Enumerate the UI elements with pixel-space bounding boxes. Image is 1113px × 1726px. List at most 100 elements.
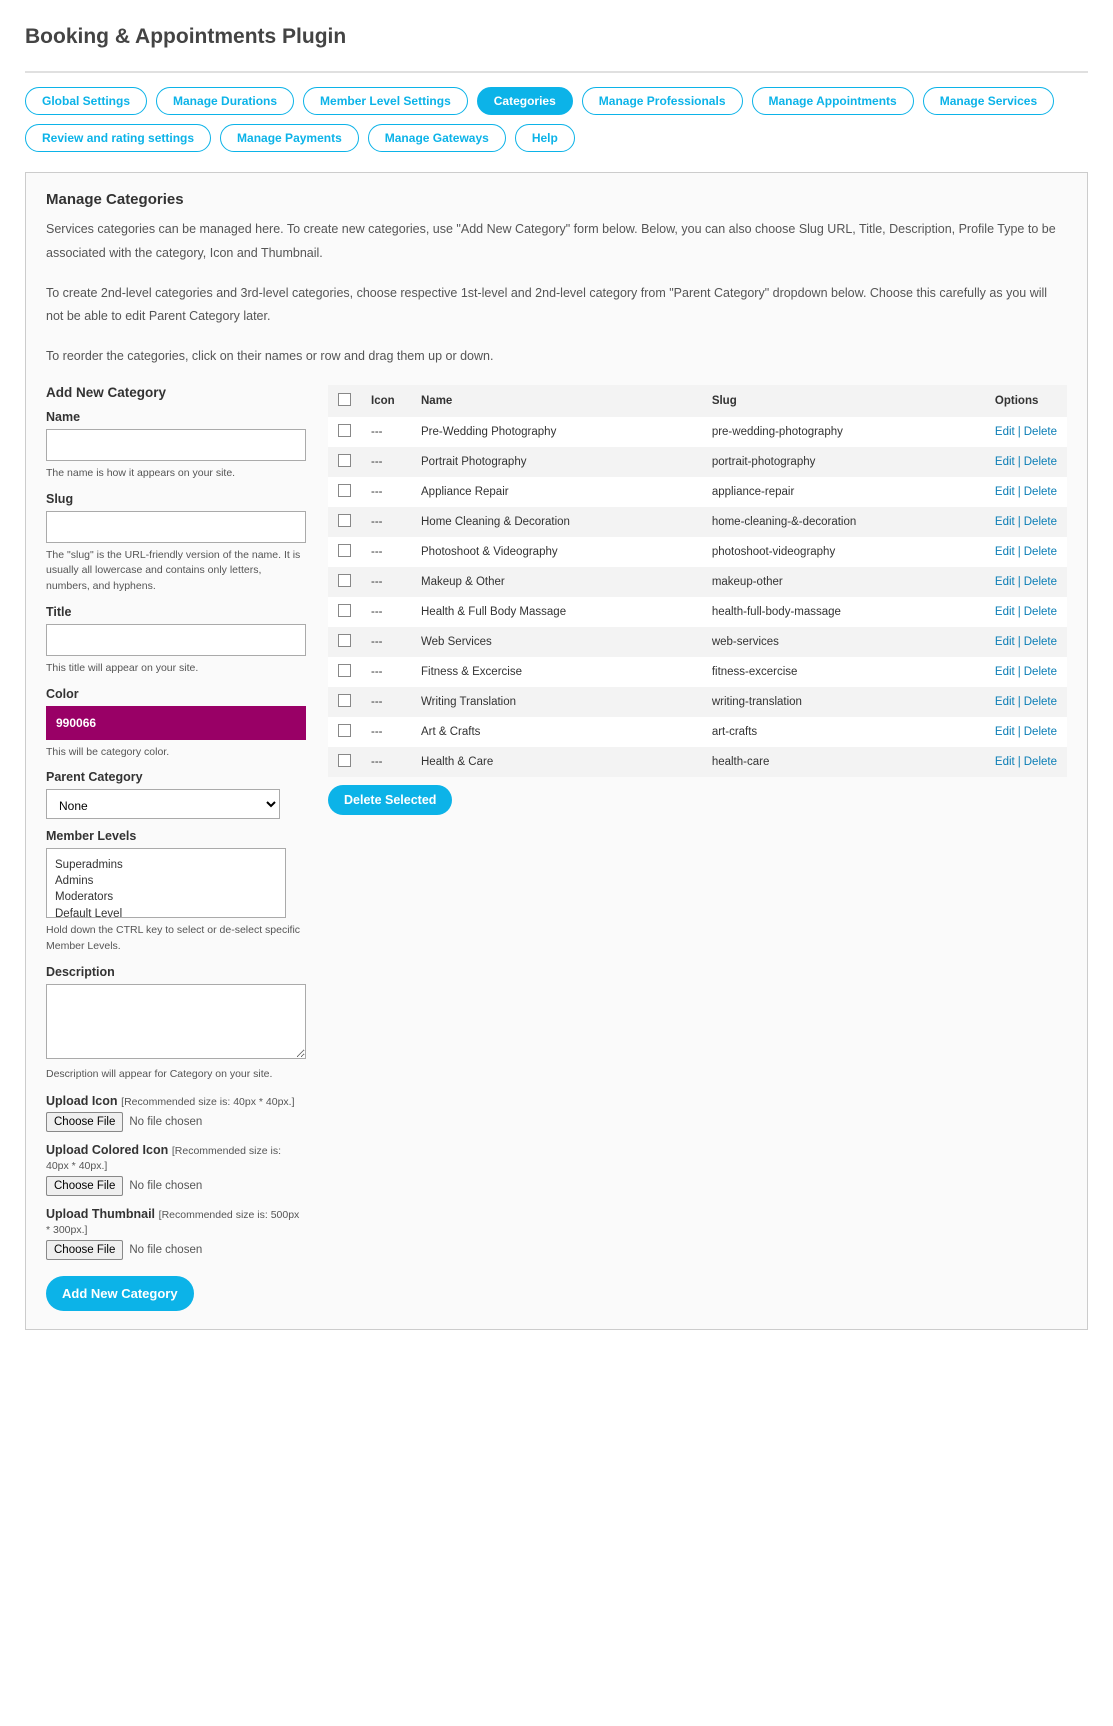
delete-link[interactable]: Delete (1024, 666, 1057, 678)
form-section-title: Add New Category (46, 385, 306, 400)
col-icon: Icon (361, 385, 411, 417)
slug-input[interactable] (46, 511, 306, 543)
row-checkbox[interactable] (338, 544, 351, 557)
member-level-option[interactable]: Default Level (55, 906, 277, 919)
edit-link[interactable]: Edit (995, 456, 1015, 468)
delete-selected-button[interactable]: Delete Selected (328, 785, 452, 815)
page-title: Booking & Appointments Plugin (25, 25, 1088, 49)
edit-link[interactable]: Edit (995, 546, 1015, 558)
color-hint: This will be category color. (46, 745, 306, 761)
edit-link[interactable]: Edit (995, 726, 1015, 738)
delete-link[interactable]: Delete (1024, 456, 1057, 468)
upload-thumbnail-status: No file chosen (129, 1244, 202, 1256)
row-slug: art-crafts (702, 717, 985, 747)
row-checkbox[interactable] (338, 664, 351, 677)
delete-link[interactable]: Delete (1024, 696, 1057, 708)
row-checkbox[interactable] (338, 604, 351, 617)
tab-help[interactable]: Help (515, 124, 575, 152)
select-all-checkbox[interactable] (338, 393, 351, 406)
tab-manage-appointments[interactable]: Manage Appointments (752, 87, 914, 115)
edit-link[interactable]: Edit (995, 486, 1015, 498)
table-row[interactable]: ---Health & Full Body Massagehealth-full… (328, 597, 1067, 627)
tab-manage-durations[interactable]: Manage Durations (156, 87, 294, 115)
member-level-option[interactable]: Superadmins (55, 857, 277, 873)
tab-manage-payments[interactable]: Manage Payments (220, 124, 359, 152)
tab-categories[interactable]: Categories (477, 87, 573, 115)
row-checkbox[interactable] (338, 634, 351, 647)
row-checkbox[interactable] (338, 424, 351, 437)
delete-link[interactable]: Delete (1024, 606, 1057, 618)
delete-link[interactable]: Delete (1024, 726, 1057, 738)
row-name: Writing Translation (411, 687, 702, 717)
member-levels-select[interactable]: SuperadminsAdminsModeratorsDefault Level (46, 848, 286, 918)
edit-link[interactable]: Edit (995, 666, 1015, 678)
name-input[interactable] (46, 429, 306, 461)
title-input[interactable] (46, 624, 306, 656)
delete-link[interactable]: Delete (1024, 576, 1057, 588)
slug-hint: The "slug" is the URL-friendly version o… (46, 548, 306, 595)
row-checkbox[interactable] (338, 514, 351, 527)
edit-link[interactable]: Edit (995, 426, 1015, 438)
row-checkbox[interactable] (338, 454, 351, 467)
member-levels-hint: Hold down the CTRL key to select or de-s… (46, 923, 306, 955)
name-label: Name (46, 410, 306, 424)
row-icon: --- (361, 687, 411, 717)
name-hint: The name is how it appears on your site. (46, 466, 306, 482)
panel-description: Services categories can be managed here.… (46, 218, 1067, 266)
row-name: Fitness & Excercise (411, 657, 702, 687)
edit-link[interactable]: Edit (995, 516, 1015, 528)
row-icon: --- (361, 657, 411, 687)
table-row[interactable]: ---Health & Carehealth-careEdit|Delete (328, 747, 1067, 777)
tab-manage-gateways[interactable]: Manage Gateways (368, 124, 506, 152)
member-level-option[interactable]: Admins (55, 873, 277, 889)
member-level-option[interactable]: Moderators (55, 889, 277, 905)
table-row[interactable]: ---Fitness & Excercisefitness-excerciseE… (328, 657, 1067, 687)
row-slug: appliance-repair (702, 477, 985, 507)
color-label: Color (46, 687, 306, 701)
tab-global-settings[interactable]: Global Settings (25, 87, 147, 115)
row-checkbox[interactable] (338, 484, 351, 497)
upload-thumbnail-choose-button[interactable]: Choose File (46, 1240, 123, 1260)
description-textarea[interactable] (46, 984, 306, 1059)
tab-manage-professionals[interactable]: Manage Professionals (582, 87, 743, 115)
edit-link[interactable]: Edit (995, 636, 1015, 648)
table-row[interactable]: ---Pre-Wedding Photographypre-wedding-ph… (328, 417, 1067, 447)
row-checkbox[interactable] (338, 754, 351, 767)
upload-colored-icon-choose-button[interactable]: Choose File (46, 1176, 123, 1196)
edit-link[interactable]: Edit (995, 696, 1015, 708)
table-row[interactable]: ---Appliance Repairappliance-repairEdit|… (328, 477, 1067, 507)
row-name: Home Cleaning & Decoration (411, 507, 702, 537)
tab-manage-services[interactable]: Manage Services (923, 87, 1054, 115)
panel-title: Manage Categories (46, 191, 1067, 208)
table-row[interactable]: ---Writing Translationwriting-translatio… (328, 687, 1067, 717)
tab-review-and-rating-settings[interactable]: Review and rating settings (25, 124, 211, 152)
parent-category-select[interactable]: None (46, 789, 280, 819)
table-row[interactable]: ---Portrait Photographyportrait-photogra… (328, 447, 1067, 477)
color-input[interactable]: 990066 (46, 706, 306, 740)
description-label: Description (46, 965, 306, 979)
table-row[interactable]: ---Home Cleaning & Decorationhome-cleani… (328, 507, 1067, 537)
delete-link[interactable]: Delete (1024, 756, 1057, 768)
row-checkbox[interactable] (338, 724, 351, 737)
delete-link[interactable]: Delete (1024, 426, 1057, 438)
table-row[interactable]: ---Art & Craftsart-craftsEdit|Delete (328, 717, 1067, 747)
edit-link[interactable]: Edit (995, 756, 1015, 768)
row-name: Pre-Wedding Photography (411, 417, 702, 447)
upload-icon-choose-button[interactable]: Choose File (46, 1112, 123, 1132)
delete-link[interactable]: Delete (1024, 516, 1057, 528)
delete-link[interactable]: Delete (1024, 636, 1057, 648)
table-row[interactable]: ---Photoshoot & Videographyphotoshoot-vi… (328, 537, 1067, 567)
row-icon: --- (361, 417, 411, 447)
delete-link[interactable]: Delete (1024, 546, 1057, 558)
edit-link[interactable]: Edit (995, 576, 1015, 588)
row-checkbox[interactable] (338, 694, 351, 707)
edit-link[interactable]: Edit (995, 606, 1015, 618)
table-row[interactable]: ---Makeup & Othermakeup-otherEdit|Delete (328, 567, 1067, 597)
tab-member-level-settings[interactable]: Member Level Settings (303, 87, 468, 115)
add-new-category-button[interactable]: Add New Category (46, 1276, 194, 1311)
delete-link[interactable]: Delete (1024, 486, 1057, 498)
table-row[interactable]: ---Web Servicesweb-servicesEdit|Delete (328, 627, 1067, 657)
row-icon: --- (361, 627, 411, 657)
col-name: Name (411, 385, 702, 417)
row-checkbox[interactable] (338, 574, 351, 587)
